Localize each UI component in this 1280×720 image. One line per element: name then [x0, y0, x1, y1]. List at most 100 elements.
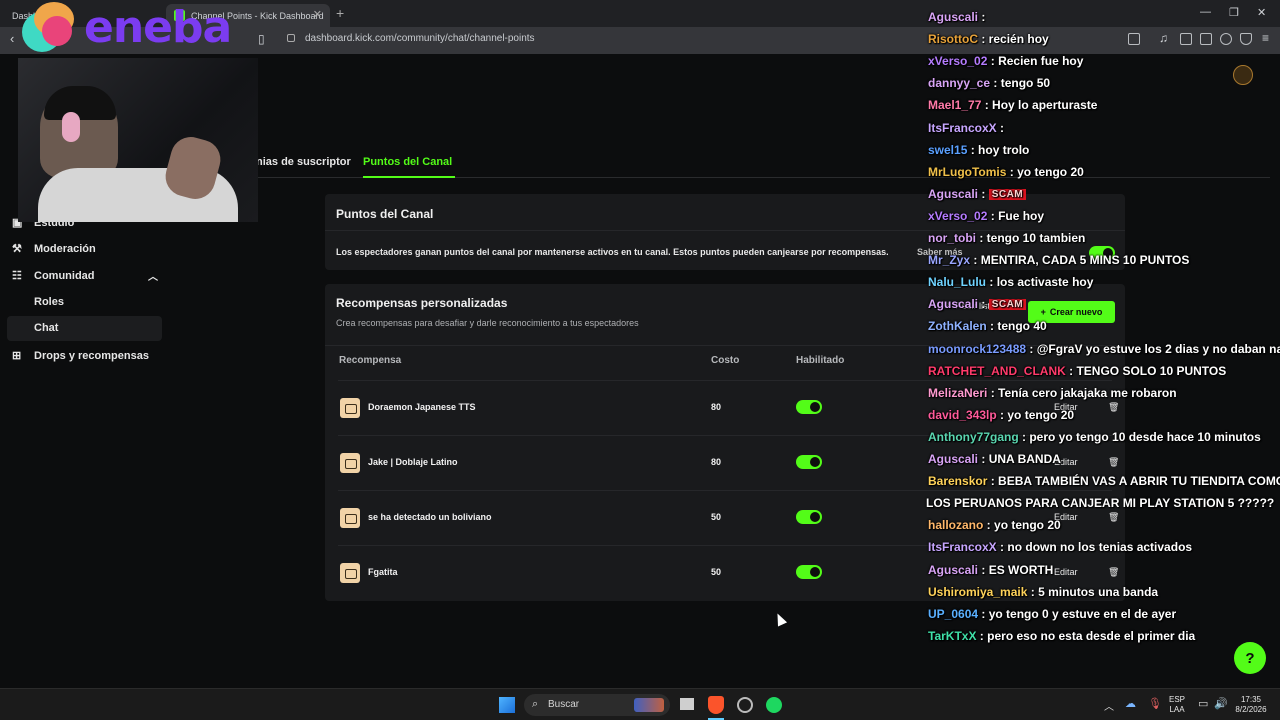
brave-icon[interactable]	[708, 696, 724, 714]
chat-message: nor_tobi : tengo 10 tambien	[928, 231, 1085, 245]
create-new-label: Crear nuevo	[1049, 307, 1103, 317]
media-icon[interactable]: ♫	[1159, 31, 1168, 45]
language-top: ESP	[1168, 695, 1185, 704]
file-explorer-icon[interactable]	[680, 698, 694, 710]
sidebar-item-comunidad[interactable]: ☷ Comunidad ︿	[12, 269, 160, 284]
reward-enabled-toggle[interactable]	[796, 510, 822, 524]
chat-username[interactable]: Barenskor	[928, 474, 987, 488]
chat-username[interactable]: nor_tobi	[928, 231, 976, 245]
close-tab-icon[interactable]: ✕	[313, 8, 322, 21]
sidebar-item-drops[interactable]: ⊞ Drops y recompensas	[12, 349, 149, 363]
chat-username[interactable]: Aguscali	[928, 297, 978, 311]
chat-username[interactable]: Aguscali	[928, 10, 978, 24]
chat-username[interactable]: Aguscali	[928, 563, 978, 577]
network-icon[interactable]: ▭	[1198, 697, 1208, 710]
language-indicator[interactable]: ESP LAA	[1166, 695, 1188, 715]
chat-separator: :	[1006, 165, 1018, 179]
chat-text: MENTIRA, CADA 5 MINS 10 PUNTOS	[980, 253, 1190, 267]
reward-name: Doraemon Japanese TTS	[368, 402, 476, 412]
chat-username[interactable]: Nalu_Lulu	[928, 275, 986, 289]
clock[interactable]: 17:35 8/2/2026	[1228, 695, 1274, 715]
chat-text: @FgraV yo estuve los 2 dias y no daban n…	[1036, 342, 1280, 356]
edit-button[interactable]: Editar	[1054, 567, 1078, 577]
chat-username[interactable]: RisottoC	[928, 32, 978, 46]
chat-separator: :	[987, 54, 999, 68]
wallet-icon[interactable]	[1200, 33, 1212, 45]
avatar[interactable]	[1233, 65, 1253, 85]
bookmark-icon[interactable]: ▯	[258, 32, 265, 46]
chat-username[interactable]: TarKTxX	[928, 629, 976, 643]
active-tab-indicator	[363, 176, 455, 178]
chat-username[interactable]: ItsFrancoxX	[928, 540, 997, 554]
chat-username[interactable]: xVerso_02	[928, 54, 987, 68]
chat-username[interactable]: Aguscali	[928, 187, 978, 201]
hammer-icon: ⚒	[12, 243, 22, 255]
taskbar-search[interactable]: ⌕ Buscar	[524, 694, 670, 716]
shield-icon[interactable]	[1240, 33, 1252, 45]
trash-icon[interactable]: 🗑	[1108, 457, 1119, 468]
spotify-icon[interactable]	[766, 697, 782, 713]
tab-channel-points[interactable]: Puntos del Canal	[363, 156, 452, 168]
chat-message: Anthony77gang : pero yo tengo 10 desde h…	[928, 430, 1261, 444]
reward-enabled-toggle[interactable]	[796, 400, 822, 414]
chat-username[interactable]: moonrock123488	[928, 342, 1026, 356]
microphone-icon[interactable]: 🎙	[1148, 697, 1162, 710]
chat-username[interactable]: david_343lp	[928, 408, 997, 422]
url-field[interactable]: dashboard.kick.com/community/chat/channe…	[305, 33, 535, 44]
sidebar-item-label: Drops y recompensas	[34, 349, 149, 362]
chat-username[interactable]: RATCHET_AND_CLANK	[928, 364, 1066, 378]
chat-username[interactable]: UP_0604	[928, 607, 978, 621]
chat-username[interactable]: Ushiromiya_maik	[928, 585, 1027, 599]
chat-separator: :	[996, 121, 1005, 135]
chat-text: SCAM	[988, 299, 1027, 311]
leo-icon[interactable]	[1220, 33, 1232, 45]
clock-date: 8/2/2026	[1235, 705, 1267, 714]
chat-username[interactable]: dannyy_ce	[928, 76, 990, 90]
chat-text: SCAM	[988, 189, 1027, 201]
maximize-button[interactable]: ❐	[1229, 6, 1239, 19]
chat-username[interactable]: Anthony77gang	[928, 430, 1019, 444]
channel-points-title: Puntos del Canal	[336, 207, 434, 221]
chat-username[interactable]: Mael1_77	[928, 98, 981, 112]
sidebar-item-roles[interactable]: Roles	[34, 296, 64, 308]
help-icon[interactable]: ?	[1234, 642, 1266, 674]
menu-icon[interactable]: ≡	[1262, 31, 1269, 45]
site-info-icon[interactable]	[287, 34, 295, 42]
chat-username[interactable]: MelizaNeri	[928, 386, 987, 400]
chat-username[interactable]: ItsFrancoxX	[928, 121, 997, 135]
chat-message: RisottoC : recién hoy	[928, 32, 1049, 46]
reward-icon	[340, 453, 360, 473]
minimize-button[interactable]: —	[1200, 6, 1211, 18]
volume-icon[interactable]: 🔊	[1214, 697, 1228, 710]
chat-separator: :	[983, 518, 995, 532]
sidebar-icon[interactable]	[1180, 33, 1192, 45]
chat-username[interactable]: Mr_Zyx	[928, 253, 970, 267]
trash-icon[interactable]: 🗑	[1108, 567, 1119, 578]
sidebar-item-moderacion[interactable]: ⚒ Moderación	[12, 242, 96, 256]
chat-text: pero yo tengo 10 desde hace 10 minutos	[1029, 430, 1261, 444]
rewards-title: Recompensas personalizadas	[336, 296, 508, 310]
trash-icon[interactable]: 🗑	[1108, 512, 1119, 523]
tab-subscriber-badges[interactable]: nias de suscriptor	[256, 156, 351, 168]
chat-username[interactable]: Aguscali	[928, 452, 978, 466]
reward-enabled-toggle[interactable]	[796, 455, 822, 469]
chat-username[interactable]: MrLugoTomis	[928, 165, 1006, 179]
chat-separator: :	[987, 209, 999, 223]
trash-icon[interactable]: 🗑	[1108, 402, 1119, 413]
new-tab-button[interactable]: +	[336, 5, 344, 21]
chat-username[interactable]: xVerso_02	[928, 209, 987, 223]
obs-icon[interactable]	[737, 697, 753, 713]
sidebar-item-chat[interactable]: Chat	[34, 322, 58, 334]
chat-username[interactable]: ZothKalen	[928, 319, 987, 333]
reward-enabled-toggle[interactable]	[796, 565, 822, 579]
chevron-up-icon[interactable]: ︿	[1104, 698, 1114, 713]
chat-username[interactable]: hallozano	[928, 518, 983, 532]
screenshot-icon[interactable]	[1128, 33, 1140, 45]
chat-username[interactable]: swel15	[928, 143, 967, 157]
reward-name: Fgatita	[368, 567, 398, 577]
cloud-icon[interactable]: ☁	[1125, 697, 1136, 710]
chat-separator: :	[1026, 342, 1037, 356]
start-icon[interactable]	[499, 697, 515, 713]
close-window-button[interactable]: ✕	[1257, 6, 1266, 19]
back-icon[interactable]: ‹	[10, 31, 14, 46]
